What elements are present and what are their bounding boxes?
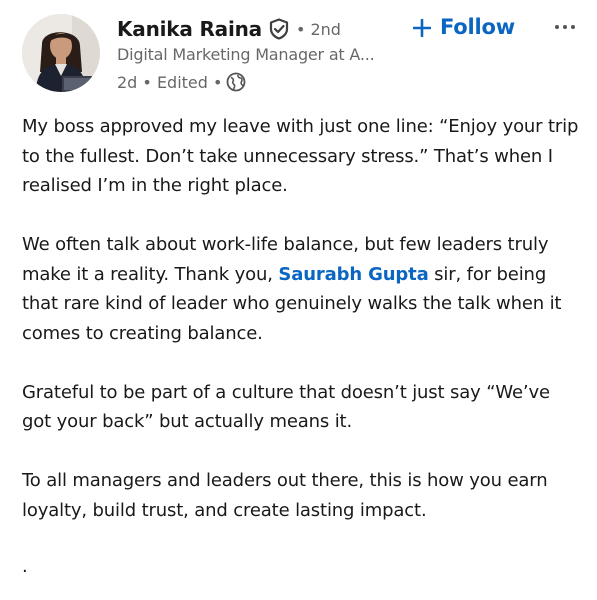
post-time: 2d • Edited • (117, 72, 223, 92)
post-meta: 2d • Edited • (117, 70, 246, 94)
post-paragraph: We often talk about work-life balance, b… (22, 230, 582, 348)
globe-icon (226, 72, 246, 92)
ellipsis-icon (553, 16, 577, 35)
feed-post: Kanika Raina • 2nd Digital Marketing Man… (0, 0, 597, 600)
avatar-photo (22, 14, 100, 92)
avatar[interactable] (22, 14, 100, 92)
follow-button[interactable]: Follow (412, 10, 515, 44)
post-text: My boss approved my leave with just one … (22, 112, 582, 555)
author-name[interactable]: Kanika Raina (117, 17, 262, 41)
more-options-button[interactable] (548, 10, 582, 40)
connection-degree: • 2nd (295, 19, 341, 39)
verified-badge-icon (268, 18, 290, 40)
post-paragraph: My boss approved my leave with just one … (22, 116, 579, 196)
plus-icon (412, 18, 432, 38)
post-paragraph: Grateful to be part of a culture that do… (22, 381, 550, 433)
post-paragraph: To all managers and leaders out there, t… (22, 470, 548, 521)
post-trailing-text: . (22, 556, 28, 577)
follow-label: Follow (440, 15, 515, 39)
mention-link[interactable]: Saurabh Gupta (278, 264, 428, 285)
author-headline: Digital Marketing Manager at A... (117, 45, 375, 64)
author-line: Kanika Raina • 2nd (117, 14, 341, 44)
